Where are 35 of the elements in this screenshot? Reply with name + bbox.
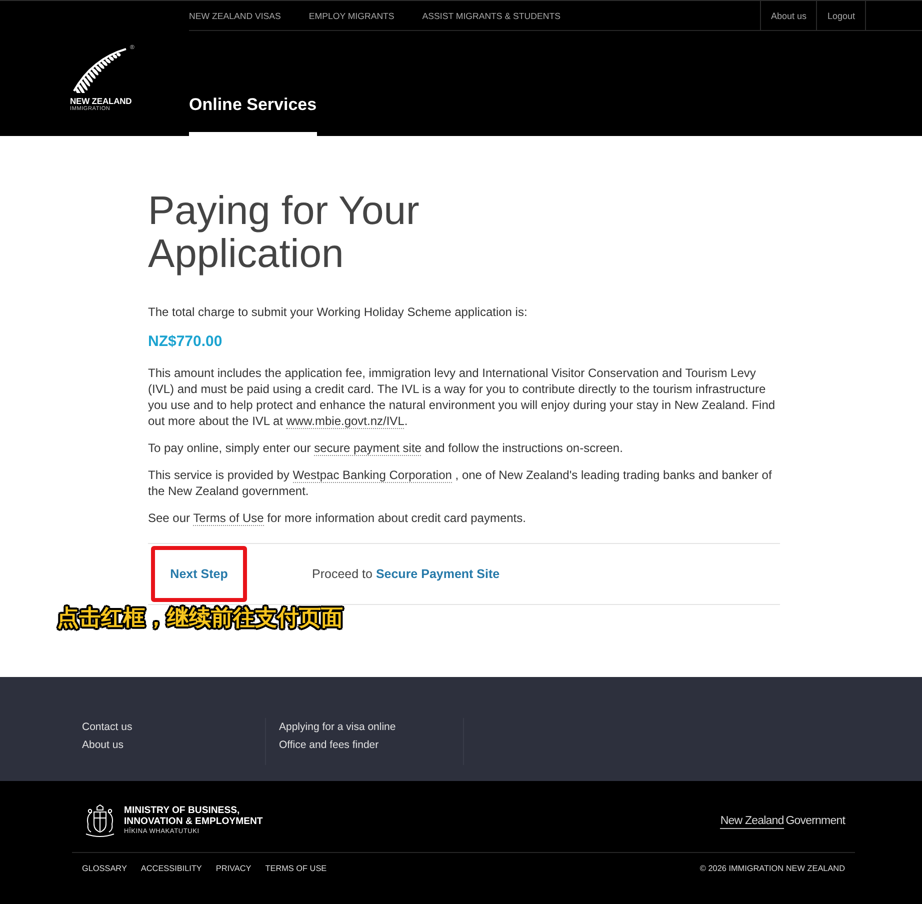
secure-payment-link[interactable]: Secure Payment Site <box>376 567 500 581</box>
legal-link[interactable]: ACCESSIBILITY <box>140 862 202 876</box>
logo-title: NEW ZEALAND <box>70 96 132 106</box>
proceed-text: Proceed to Secure Payment Site <box>312 567 500 581</box>
legal-link[interactable]: TERMS OF USE <box>265 862 327 876</box>
text-link[interactable]: Terms of Use <box>193 511 264 526</box>
account-link[interactable]: About us <box>760 1 816 30</box>
text-link[interactable]: www.mbie.govt.nz/IVL <box>286 414 404 429</box>
next-step-button[interactable]: Next Step <box>151 546 247 602</box>
total-amount: NZ$770.00 <box>148 332 224 352</box>
nav-link[interactable]: NEW ZEALAND VISAS <box>189 1 281 30</box>
footer-link[interactable]: Applying for a visa online <box>279 718 463 736</box>
text-link[interactable]: Westpac Banking Corporation <box>292 468 452 483</box>
page-title: Paying for Your Application <box>148 190 420 276</box>
legal-link[interactable]: PRIVACY <box>216 862 252 876</box>
ministry-name: INNOVATION & EMPLOYMENT <box>124 816 263 827</box>
paragraph: This service is provided by Westpac Banking Corporation , one of New Zealand's leading trading banks and banker of the New Zealand government. <box>148 467 773 499</box>
paragraph: See our Terms of Use for more information about credit card payments. <box>148 510 527 526</box>
annotation-caption: 点击红框，继续前往支付页面 <box>57 605 343 633</box>
government-logo-suffix: Government <box>786 815 845 827</box>
intro-text: The total charge to submit your Working Holiday Scheme application is: <box>148 304 528 320</box>
footer-link[interactable]: Office and fees finder <box>279 736 463 754</box>
copyright-text: © 2026 IMMIGRATION NEW ZEALAND <box>700 863 845 875</box>
nav-link[interactable]: ASSIST MIGRANTS & STUDENTS <box>422 1 560 30</box>
footer-link[interactable]: Contact us <box>82 718 265 736</box>
account-link[interactable]: Logout <box>816 1 866 30</box>
legal-link[interactable]: GLOSSARY <box>82 862 127 876</box>
nav-link[interactable]: EMPLOY MIGRANTS <box>308 1 394 30</box>
government-logo-name: New Zealand <box>720 815 784 829</box>
ministry-name: MINISTRY OF BUSINESS, <box>124 805 241 816</box>
footer-link[interactable]: About us <box>82 736 265 754</box>
paragraph: This amount includes the application fee, immigration levy and International Visitor Conservation and Tourism Levy (IVL) and must be paid using a credit card. The IVL is a way for you to contribute directly to the tourism infrastructure you use and to help protect and enhance the natural environment you will enjoy during your stay in New Zealand. Find out more about the IVL at www.mbie.govt.nz/IVL. <box>148 365 776 429</box>
paragraph: To pay online, simply enter our secure payment site and follow the instructions on-screen. <box>148 440 624 456</box>
fern-icon <box>70 45 128 93</box>
text-link[interactable]: secure payment site <box>314 441 422 456</box>
